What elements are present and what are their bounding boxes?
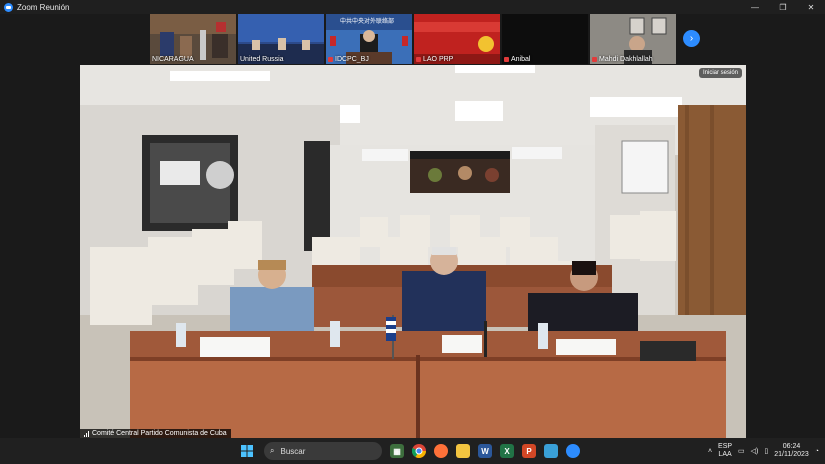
excel-icon[interactable]: X: [500, 444, 514, 458]
widgets-icon[interactable]: ▦: [390, 444, 404, 458]
conference-room-video: [80, 65, 746, 438]
mic-muted-icon: [416, 57, 421, 62]
window-titlebar: Zoom Reunión — ❐ ✕: [0, 0, 825, 14]
word-icon[interactable]: W: [478, 444, 492, 458]
taskbar: ⌕ Buscar ▦ W X P ˄ ESP LAA ▭ ◁) ▯ 06:24 21…: [0, 438, 825, 464]
volume-icon[interactable]: ◁): [751, 447, 759, 455]
close-button[interactable]: ✕: [797, 0, 825, 14]
signin-button[interactable]: Iniciar sesión: [698, 68, 742, 78]
taskbar-search[interactable]: ⌕ Buscar: [264, 442, 382, 460]
meeting-area: NICARAGUA United Russia 中共中央对外联络部 IDCPC_…: [0, 14, 825, 438]
chevron-up-icon[interactable]: ˄: [708, 448, 712, 455]
participant-tile-united-russia[interactable]: United Russia: [238, 14, 324, 64]
mic-muted-icon: [504, 57, 509, 62]
participant-tile-mahdi[interactable]: Mahdi Dakhlallah: [590, 14, 676, 64]
notepad-icon[interactable]: [544, 444, 558, 458]
chrome-icon[interactable]: [412, 444, 426, 458]
signal-bars-icon: [84, 430, 89, 437]
participant-tile-idcpc[interactable]: 中共中央对外联络部 IDCPC_BJ: [326, 14, 412, 64]
participant-strip: NICARAGUA United Russia 中共中央对外联络部 IDCPC_…: [150, 14, 676, 64]
participant-name: Anibal: [504, 56, 530, 63]
network-icon[interactable]: ▭: [738, 447, 745, 455]
mic-muted-icon: [592, 57, 597, 62]
battery-icon[interactable]: ▯: [764, 447, 768, 455]
main-video: Iniciar sesión Comité Central Partido Co…: [80, 65, 746, 438]
tile-banner-text: 中共中央对外联络部: [340, 19, 395, 25]
search-icon: ⌕: [270, 446, 275, 455]
participant-tile-lao-prp[interactable]: LAO PRP: [414, 14, 500, 64]
zoom-logo-icon: [4, 2, 13, 12]
folder-icon[interactable]: [456, 444, 470, 458]
speaker-name-label: Comité Central Partido Comunista de Cuba: [80, 429, 231, 438]
participant-tile-anibal[interactable]: Anibal: [502, 14, 588, 64]
mic-muted-icon: [328, 57, 333, 62]
next-page-button[interactable]: ›: [683, 30, 700, 47]
notification-bell-icon[interactable]: ◔: [815, 448, 819, 455]
minimize-button[interactable]: —: [741, 0, 769, 14]
participant-name: NICARAGUA: [152, 56, 194, 63]
participant-name: Mahdi Dakhlallah: [592, 56, 653, 63]
taskbar-clock[interactable]: 06:24 21/11/2023: [774, 443, 809, 459]
firefox-icon[interactable]: [434, 444, 448, 458]
language-indicator[interactable]: ESP LAA: [718, 443, 732, 459]
window-title: Zoom Reunión: [17, 2, 70, 12]
participant-name: LAO PRP: [416, 56, 453, 63]
participant-name: United Russia: [240, 56, 284, 63]
maximize-button[interactable]: ❐: [769, 0, 797, 14]
powerpoint-icon[interactable]: P: [522, 444, 536, 458]
chevron-right-icon: ›: [689, 33, 694, 44]
system-tray: ˄ ESP LAA ▭ ◁) ▯ 06:24 21/11/2023 ◔: [708, 443, 825, 459]
participant-tile-nicaragua[interactable]: NICARAGUA: [150, 14, 236, 64]
participant-name: IDCPC_BJ: [328, 56, 369, 63]
zoom-icon[interactable]: [566, 444, 580, 458]
start-icon[interactable]: [240, 444, 254, 458]
